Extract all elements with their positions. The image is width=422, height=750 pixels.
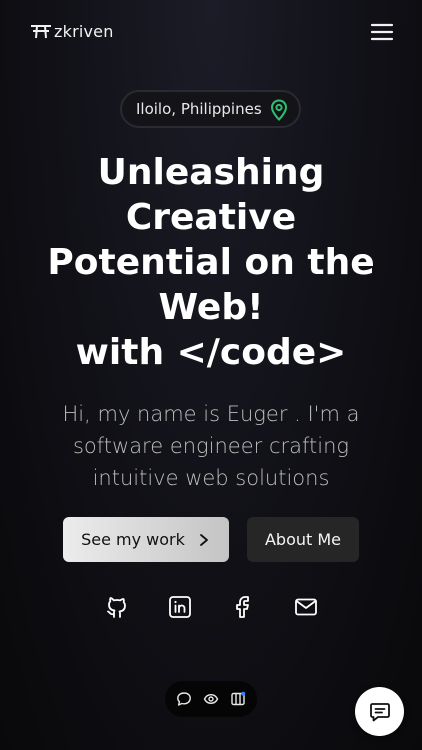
comment-icon[interactable] <box>176 691 192 707</box>
notification-dot <box>240 691 245 696</box>
about-me-button[interactable]: About Me <box>247 517 359 562</box>
floating-toolbar <box>165 681 257 717</box>
map-pin-icon <box>270 99 288 121</box>
github-icon[interactable] <box>105 595 129 619</box>
facebook-icon[interactable] <box>231 595 255 619</box>
hero-title: Unleashing Creative Potential on the Web… <box>20 150 402 375</box>
hero-title-line: with </code> <box>75 332 347 373</box>
chat-button[interactable] <box>355 687 404 736</box>
mail-icon[interactable] <box>294 595 318 619</box>
see-my-work-button[interactable]: See my work <box>63 517 229 562</box>
header: zkriven <box>0 0 422 64</box>
hero-subtitle: Hi, my name is Euger . I'm a software en… <box>62 402 360 490</box>
about-me-label: About Me <box>264 530 342 549</box>
chevron-right-icon <box>199 533 208 546</box>
brand-name: zkriven <box>54 21 114 41</box>
social-links <box>0 595 422 621</box>
hamburger-menu-icon[interactable] <box>368 18 396 46</box>
eye-icon[interactable] <box>203 691 219 707</box>
hero-title-line: Potential on the <box>47 242 375 283</box>
chat-icon <box>369 702 390 721</box>
see-my-work-label: See my work <box>81 530 185 549</box>
location-text: Iloilo, Philippines <box>136 100 262 118</box>
pi-logo-icon <box>31 25 51 39</box>
hero-title-line: Unleashing <box>97 152 325 193</box>
brand-logo[interactable]: zkriven <box>30 20 114 42</box>
linkedin-icon[interactable] <box>168 595 192 619</box>
location-badge: Iloilo, Philippines <box>120 90 301 128</box>
hero-title-line: Creative <box>125 197 297 238</box>
panel-icon[interactable] <box>230 691 246 707</box>
hero-title-line: Web! <box>158 287 264 328</box>
